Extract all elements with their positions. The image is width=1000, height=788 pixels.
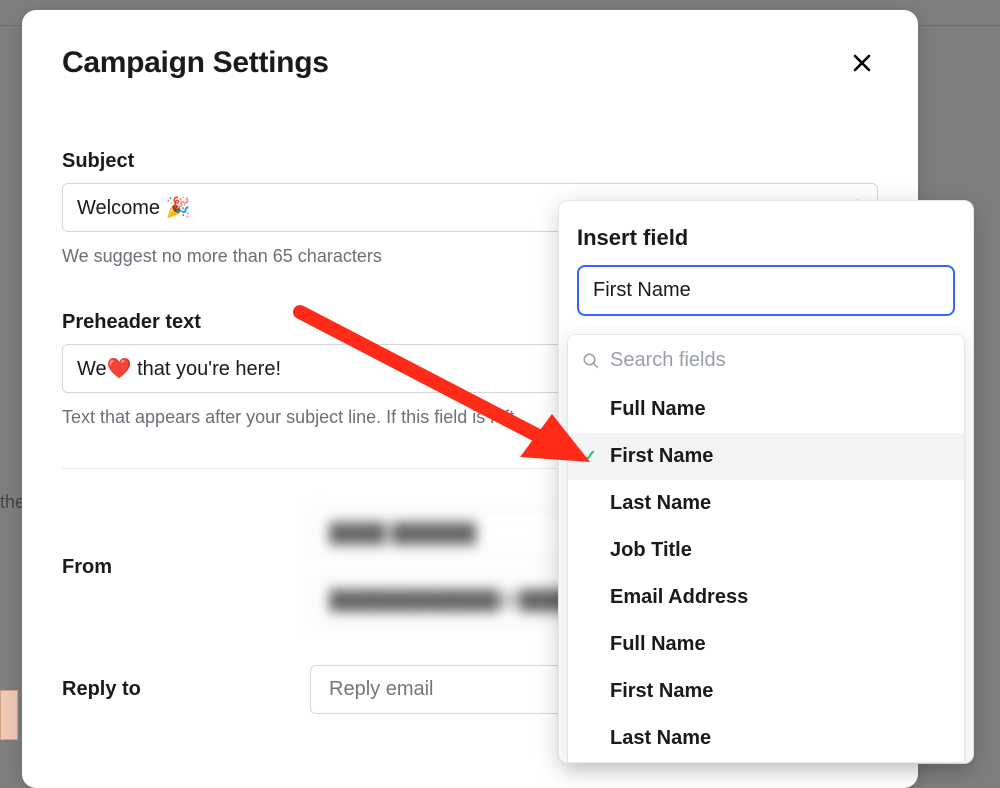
field-option-label: First Name — [610, 680, 713, 702]
search-row — [568, 335, 964, 386]
field-option[interactable]: Full Name — [568, 386, 964, 433]
background-color-swatch — [0, 690, 18, 740]
close-button[interactable] — [846, 47, 878, 79]
insert-field-dropdown: Full Name ✓ First Name Last Name Job Title Em… — [567, 334, 965, 763]
field-option[interactable]: First Name — [568, 668, 964, 715]
field-option-label: Job Title — [610, 539, 692, 561]
reply-to-label: Reply to — [62, 678, 310, 701]
field-option-label: Full Name — [610, 398, 706, 420]
insert-field-title: Insert field — [559, 221, 973, 265]
insert-field-selected-input[interactable] — [577, 265, 955, 316]
search-fields-input[interactable] — [610, 349, 946, 372]
field-option-label: First Name — [610, 445, 713, 467]
field-option[interactable]: Last Name — [568, 480, 964, 527]
field-option[interactable]: Full Name — [568, 621, 964, 668]
insert-field-popover: Insert field Full Name ✓ First Name Last Na… — [558, 200, 974, 764]
field-option-label: Last Name — [610, 492, 711, 514]
field-option-label: Email Address — [610, 586, 748, 608]
field-option[interactable]: ✓ First Name — [568, 433, 964, 480]
field-option[interactable]: Last Name — [568, 715, 964, 762]
modal-title: Campaign Settings — [62, 46, 329, 80]
field-option[interactable]: Email Address — [568, 574, 964, 621]
close-icon — [850, 51, 874, 75]
check-icon: ✓ — [582, 446, 597, 467]
subject-label: Subject — [62, 150, 878, 173]
from-label: From — [62, 556, 310, 579]
field-option-label: Last Name — [610, 727, 711, 749]
modal-header: Campaign Settings — [22, 10, 918, 80]
search-icon — [582, 352, 600, 370]
field-option[interactable]: Job Title — [568, 527, 964, 574]
field-options-list: Full Name ✓ First Name Last Name Job Title Em… — [568, 386, 964, 762]
field-option-label: Full Name — [610, 633, 706, 655]
